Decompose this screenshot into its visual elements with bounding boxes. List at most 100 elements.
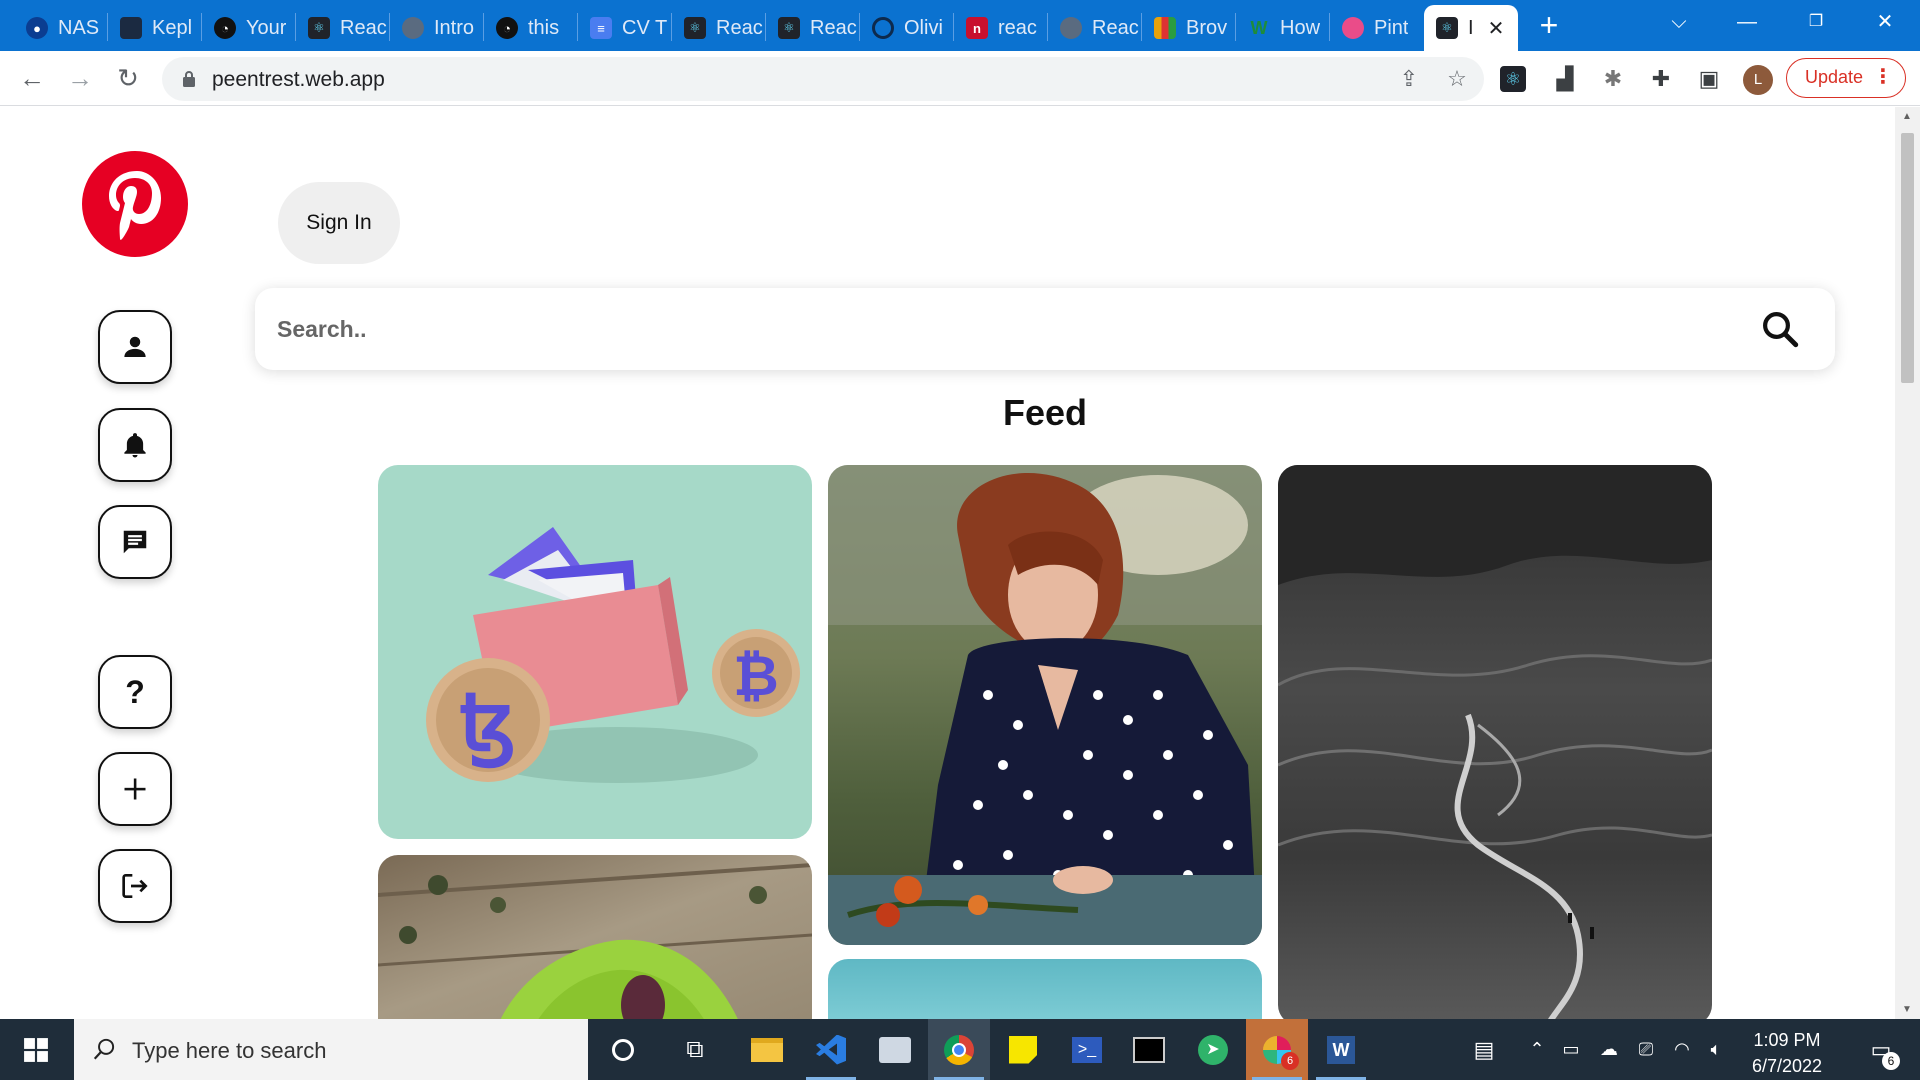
extensions-puzzle-icon[interactable]: ✚ [1645,63,1677,95]
scrollbar-thumb[interactable] [1901,133,1914,383]
task-view-icon[interactable]: ⧉ [664,1019,726,1080]
file-explorer-icon[interactable] [736,1019,798,1080]
create-pin-button[interactable] [98,752,172,826]
globe-icon [1060,17,1082,39]
vscode-icon[interactable] [800,1019,862,1080]
landscape-hills-image [1278,465,1712,1019]
scroll-up-icon[interactable]: ▲ [1902,111,1912,122]
analytics-icon[interactable]: ▟ [1549,63,1581,95]
browser-tab[interactable]: ≡ CV T [578,5,670,51]
side-panel-icon[interactable]: ▣ [1693,63,1725,95]
browser-tab[interactable]: ◔ Your [202,5,294,51]
search-icon [1763,312,1799,348]
page-scrollbar[interactable]: ▲ ▼ [1895,107,1920,1019]
kepler-icon [120,17,142,39]
browser-tab[interactable]: n reac [954,5,1046,51]
browser-tab[interactable]: Kepl [108,5,200,51]
pinterest-logo[interactable] [82,151,188,257]
browser-tab[interactable]: ⚛ Reac [672,5,764,51]
browser-tab-strip: ● NAS Kepl ◔ Your ⚛ Reac Intro ◔ this ≡ … [0,0,1920,51]
address-bar[interactable]: peentrest.web.app ⇪ ☆ [162,57,1484,101]
pin-card[interactable] [828,959,1262,1019]
browser-tab[interactable]: W How [1236,5,1328,51]
browser-tab[interactable]: Brov [1142,5,1234,51]
reload-icon[interactable]: ↻ [110,61,146,97]
github-icon: ◔ [214,17,236,39]
messages-button[interactable] [98,505,172,579]
share-icon[interactable]: ⇪ [1394,65,1424,95]
pinterest-p-icon [109,171,161,240]
notifications-icon[interactable]: ▭ 6 [1856,1019,1906,1080]
scroll-down-icon[interactable]: ▼ [1902,1004,1912,1015]
pin-card[interactable] [828,465,1262,945]
wifi-icon[interactable]: ◠ [1668,1019,1696,1080]
news-widget-icon[interactable]: ▤ [1464,1019,1504,1080]
bookmark-star-icon[interactable]: ☆ [1442,65,1472,95]
tab-search-icon[interactable]: ⌵ [1648,0,1710,44]
pin-card[interactable] [1278,465,1712,1019]
react-devtools-icon[interactable]: ⚛ [1500,66,1526,92]
browser-tab[interactable]: Reac [1048,5,1140,51]
show-hidden-icons[interactable]: ⌃ [1524,1019,1550,1080]
pin-card[interactable]: ꜩ ₿ [378,465,812,839]
browser-tab-active[interactable]: ⚛ I ✕ [1424,5,1518,51]
cortana-icon[interactable] [592,1019,654,1080]
windows-logo-icon [24,1037,48,1062]
slack-icon[interactable]: 6 [1246,1019,1308,1080]
battery-icon[interactable]: ▭ [1556,1019,1586,1080]
help-button[interactable]: ? [98,655,172,729]
onedrive-icon[interactable]: ☁ [1594,1019,1624,1080]
update-button[interactable]: Update ⋮ [1786,58,1906,98]
system-clock[interactable]: 1:09 PM 6/7/2022 [1720,1027,1854,1079]
chrome-icon[interactable] [928,1019,990,1080]
windows-start-button[interactable] [0,1019,72,1080]
back-icon[interactable]: ← [14,61,50,97]
browser-tab[interactable]: ⚛ Reac [766,5,858,51]
windows-taskbar: Type here to search ⧉ >_ ➤ 6 W ▤ ⌃ ▭ ☁ ⎚ [0,1019,1920,1080]
meet-now-icon[interactable]: ⎚ [1632,1019,1660,1080]
svg-text:₿: ₿ [733,644,779,707]
profile-button[interactable] [98,310,172,384]
new-tab-button[interactable]: + [1530,8,1568,46]
sign-in-button[interactable]: Sign In [278,182,400,264]
url-text[interactable]: peentrest.web.app [212,68,385,92]
react-icon: ⚛ [308,17,330,39]
github-icon: ◔ [496,17,518,39]
sticky-notes-icon[interactable] [992,1019,1054,1080]
plus-icon [124,778,146,800]
browser-tab[interactable]: ● NAS [14,5,106,51]
photos-app-icon[interactable] [864,1019,926,1080]
browser-tab[interactable]: Olivi [860,5,952,51]
search-button[interactable] [1751,300,1809,358]
search-input[interactable] [277,308,1677,350]
browser-tab[interactable]: ◔ this [484,5,576,51]
bell-icon [124,433,146,458]
pin-card[interactable] [378,855,812,1019]
bug-icon[interactable]: ✱ [1597,63,1629,95]
nasa-icon: ● [26,17,48,39]
woman-flowers-image [828,465,1262,945]
w-icon: W [1250,17,1268,38]
netlify-icon: n [966,17,988,39]
taskbar-search-box[interactable]: Type here to search [74,1019,588,1080]
browser-tab[interactable]: ⚛ Reac [296,5,388,51]
powershell-icon[interactable]: >_ [1056,1019,1118,1080]
notification-count: 6 [1882,1052,1900,1070]
react-icon: ⚛ [684,17,706,39]
profile-avatar[interactable]: L [1743,65,1773,95]
send-app-icon[interactable]: ➤ [1182,1019,1244,1080]
svg-text:ꜩ: ꜩ [460,678,517,769]
forward-icon[interactable]: → [62,61,98,97]
browser-tab[interactable]: Intro [390,5,482,51]
question-icon: ? [125,673,145,710]
logout-button[interactable] [98,849,172,923]
lock-icon [183,71,195,87]
person-icon [124,336,146,357]
restore-icon[interactable]: ❐ [1785,0,1847,44]
close-tab-icon[interactable]: ✕ [1488,16,1505,41]
close-window-icon[interactable]: ✕ [1854,0,1916,44]
minimize-icon[interactable]: — [1716,0,1778,44]
word-icon[interactable]: W [1310,1019,1372,1080]
browser-tab[interactable]: Pint [1330,5,1422,51]
terminal-icon[interactable] [1118,1019,1180,1080]
